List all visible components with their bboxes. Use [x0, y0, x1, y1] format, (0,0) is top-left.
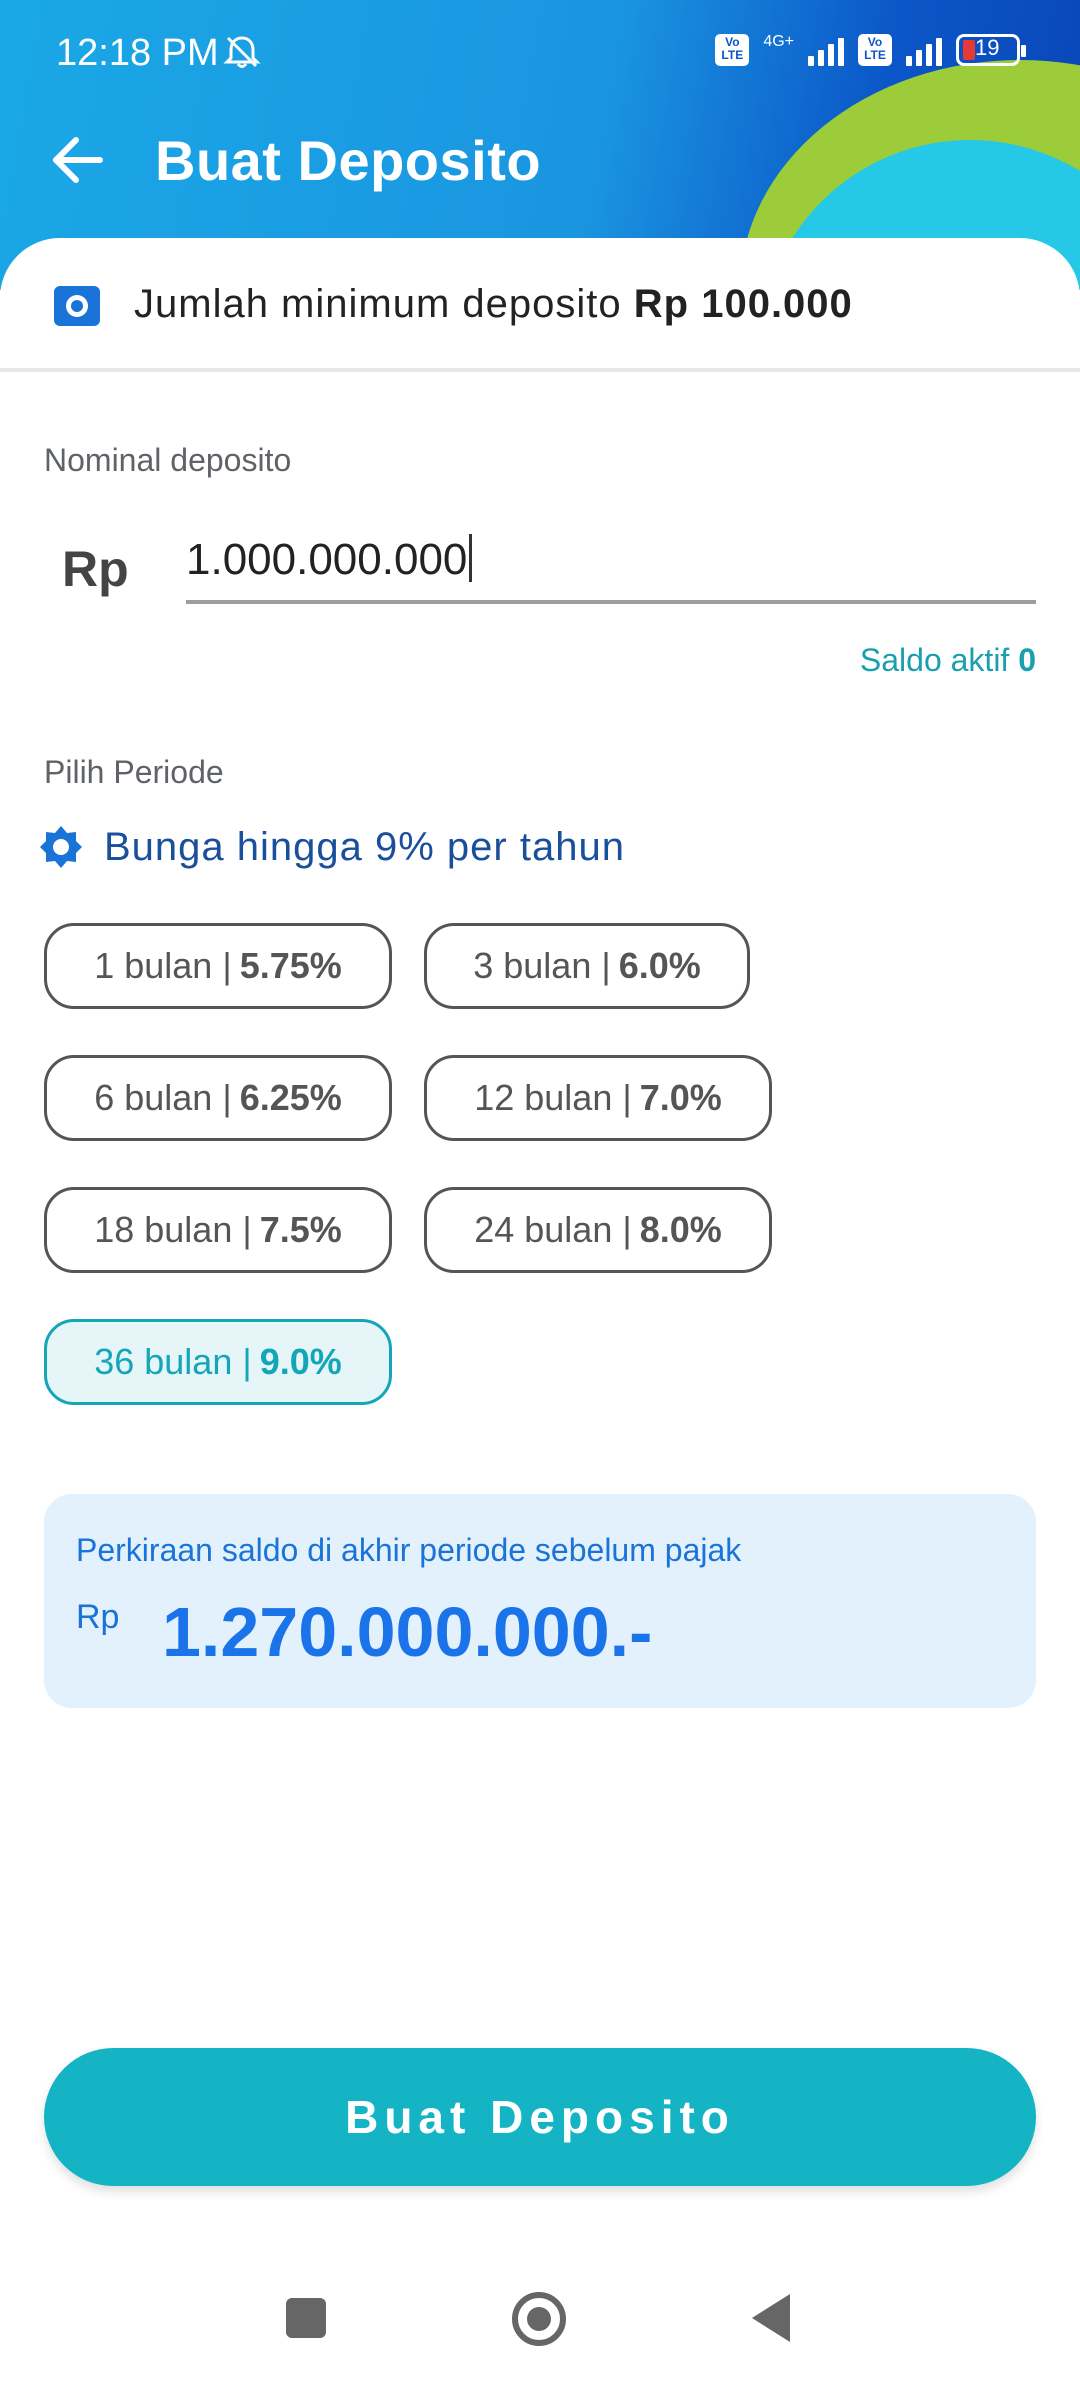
estimated-balance-value: 1.270.000.000.- — [162, 1593, 653, 1671]
text-cursor — [469, 534, 473, 582]
chip-rate: 8.0% — [639, 1209, 722, 1250]
network-type-label: 4G+ — [763, 33, 794, 50]
interest-info: Bunga hingga 9% per tahun — [38, 824, 625, 870]
deposit-amount-label: Nominal deposito — [44, 442, 292, 478]
chip-term: 36 bulan | — [94, 1341, 252, 1382]
active-balance-label: Saldo aktif — [859, 642, 1010, 678]
chip-rate: 7.5% — [259, 1209, 342, 1250]
chip-term: 24 bulan | — [474, 1209, 632, 1250]
signal-strength-icon — [808, 34, 844, 66]
system-navigation-bar — [0, 2262, 1080, 2400]
chip-rate: 7.0% — [639, 1077, 722, 1118]
chip-term: 3 bulan | — [473, 945, 611, 986]
bell-muted-icon — [222, 34, 262, 79]
volte-icon: Vo LTE — [715, 34, 750, 66]
content-sheet: Jumlah minimum deposito Rp 100.000 Nomin… — [0, 238, 1080, 2400]
active-balance: Saldo aktif 0 — [860, 642, 1036, 679]
page-title: Buat Deposito — [155, 129, 542, 192]
period-chip-24-bulan[interactable]: 24 bulan | 8.0% — [424, 1187, 772, 1273]
home-icon[interactable] — [512, 2292, 566, 2346]
deposit-amount-value: 1.000.000.000 — [186, 535, 468, 584]
battery-level: 19 — [975, 35, 1000, 60]
period-chip-6-bulan[interactable]: 6 bulan | 6.25% — [44, 1055, 392, 1141]
back-triangle-icon[interactable] — [752, 2294, 790, 2342]
chip-rate: 6.25% — [239, 1077, 342, 1118]
estimated-balance-card: Perkiraan saldo di akhir periode sebelum… — [44, 1494, 1036, 1708]
period-chip-18-bulan[interactable]: 18 bulan | 7.5% — [44, 1187, 392, 1273]
status-icons: Vo LTE 4G+ Vo LTE 19 — [715, 33, 1026, 66]
chip-term: 12 bulan | — [474, 1077, 632, 1118]
chip-term: 6 bulan | — [94, 1077, 232, 1118]
money-icon — [54, 286, 100, 326]
period-chip-12-bulan[interactable]: 12 bulan | 7.0% — [424, 1055, 772, 1141]
chip-term: 1 bulan | — [94, 945, 232, 986]
back-button[interactable] — [48, 130, 108, 190]
estimated-balance-currency: Rp — [76, 1598, 120, 1636]
estimated-balance-label: Perkiraan saldo di akhir periode sebelum… — [76, 1532, 742, 1568]
active-balance-value: 0 — [1018, 642, 1036, 678]
chip-rate: 6.0% — [618, 945, 701, 986]
chip-rate: 5.75% — [239, 945, 342, 986]
volte-icon-2: Vo LTE — [858, 34, 892, 66]
minimum-deposit-label: Jumlah minimum deposito — [134, 282, 622, 326]
recent-apps-icon[interactable] — [286, 2298, 326, 2338]
status-bar: 12:18 PM Vo LTE 4G+ Vo LTE 19 — [0, 0, 1080, 100]
period-chip-1-bulan[interactable]: 1 bulan | 5.75% — [44, 923, 392, 1009]
currency-prefix: Rp — [62, 541, 129, 597]
deposit-amount-input[interactable]: 1.000.000.000 — [186, 524, 1036, 604]
interest-text: Bunga hingga 9% per tahun — [104, 824, 625, 869]
minimum-deposit-amount: Rp 100.000 — [633, 282, 853, 326]
minimum-deposit-text: Jumlah minimum deposito Rp 100.000 — [134, 282, 853, 327]
signal-strength-icon-2 — [906, 34, 942, 66]
period-chip-36-bulan[interactable]: 36 bulan | 9.0% — [44, 1319, 392, 1405]
arrow-left-icon — [53, 137, 103, 183]
battery-icon: 19 — [956, 34, 1026, 66]
interest-badge-icon — [40, 826, 82, 868]
period-chip-3-bulan[interactable]: 3 bulan | 6.0% — [424, 923, 750, 1009]
create-deposit-button[interactable]: Buat Deposito — [44, 2048, 1036, 2186]
status-time: 12:18 PM — [56, 32, 219, 74]
minimum-deposit-info: Jumlah minimum deposito Rp 100.000 — [0, 238, 1080, 372]
period-label: Pilih Periode — [44, 754, 224, 790]
chip-term: 18 bulan | — [94, 1209, 252, 1250]
chip-rate: 9.0% — [259, 1341, 342, 1382]
